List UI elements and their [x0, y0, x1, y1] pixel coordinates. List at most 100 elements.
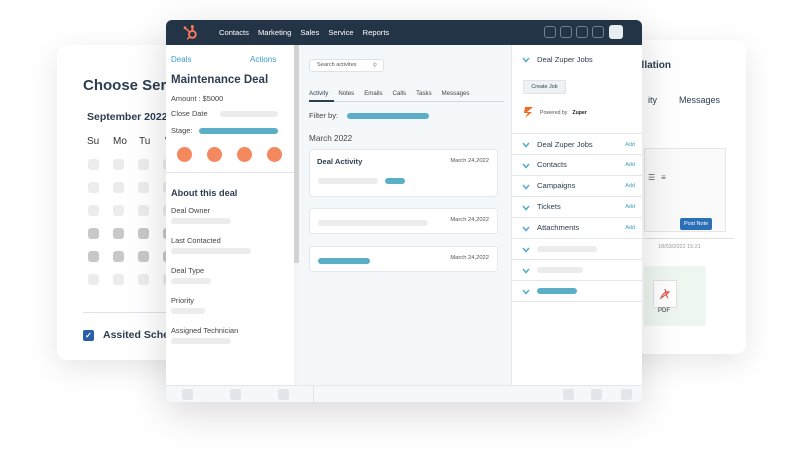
section-label-placeholder: [537, 288, 577, 294]
section-attachments[interactable]: Attachments Add: [512, 218, 642, 239]
add-link[interactable]: Add: [625, 204, 635, 210]
close-date-label: Close Date: [171, 109, 208, 118]
priority-value[interactable]: [171, 308, 205, 314]
chevron-down-icon[interactable]: [521, 182, 531, 192]
section-collapsed[interactable]: [512, 239, 642, 260]
stage-dot[interactable]: [237, 147, 252, 162]
assigned-technician-value[interactable]: [171, 338, 231, 344]
tab-messages[interactable]: Messages: [442, 90, 470, 97]
section-collapsed[interactable]: [512, 260, 642, 281]
section-tickets[interactable]: Tickets Add: [512, 197, 642, 218]
chevron-down-icon[interactable]: [521, 55, 531, 65]
calendar-day[interactable]: [88, 274, 99, 285]
close-date-value[interactable]: [220, 111, 278, 117]
chevron-down-icon[interactable]: [521, 224, 531, 234]
calendar-day[interactable]: [88, 228, 99, 239]
divider: [644, 238, 734, 239]
section-campaigns[interactable]: Campaigns Add: [512, 176, 642, 197]
search-placeholder: Search activites: [317, 62, 357, 68]
calendar-day[interactable]: [113, 159, 124, 170]
nav-reports[interactable]: Reports: [363, 28, 390, 37]
activity-card[interactable]: Deal Activity March 24,2022: [309, 149, 498, 197]
deal-type-label: Deal Type: [171, 266, 205, 275]
calendar-day[interactable]: [113, 182, 124, 193]
tab-activity[interactable]: Activity: [309, 90, 328, 97]
create-job-button[interactable]: Create Job: [523, 80, 566, 94]
calendar-day[interactable]: [138, 159, 149, 170]
deal-type-value[interactable]: [171, 278, 211, 284]
deal-owner-value[interactable]: [171, 218, 231, 224]
nav-sales[interactable]: Sales: [300, 28, 319, 37]
post-note-button[interactable]: Post Note: [680, 218, 713, 230]
calendar-day[interactable]: [138, 228, 149, 239]
assisted-scheduling-checkbox[interactable]: ✓ Assited Sched: [83, 329, 175, 341]
calendar-day[interactable]: [138, 251, 149, 262]
chevron-down-icon[interactable]: [521, 161, 531, 171]
editor-toolbar: ☰ ≡: [648, 173, 666, 182]
hubspot-logo-icon[interactable]: [182, 24, 199, 41]
section-deal-zuper-jobs[interactable]: Deal Zuper Jobs Add: [512, 133, 642, 155]
settings-icon[interactable]: [576, 26, 588, 38]
toolbar-icon[interactable]: [278, 389, 289, 400]
toolbar-icon[interactable]: [182, 389, 193, 400]
deal-owner-label: Deal Owner: [171, 206, 211, 215]
chevron-down-icon[interactable]: [521, 266, 531, 276]
calendar-day[interactable]: [138, 274, 149, 285]
add-link[interactable]: Add: [625, 162, 635, 168]
section-contacts[interactable]: Contacts Add: [512, 155, 642, 176]
actions-menu[interactable]: Actions: [250, 55, 276, 64]
calendar-day[interactable]: [88, 182, 99, 193]
tab-messages[interactable]: Messages: [679, 95, 720, 105]
filter-label: Filter by:: [309, 111, 339, 120]
tab-tasks[interactable]: Tasks: [416, 90, 432, 97]
marketplace-icon[interactable]: [544, 26, 556, 38]
calendar-day[interactable]: [138, 182, 149, 193]
toolbar-icon[interactable]: [621, 389, 632, 400]
tab-notes[interactable]: Notes: [338, 90, 354, 97]
calendar-day[interactable]: [88, 251, 99, 262]
tab-activity[interactable]: ity: [648, 95, 657, 105]
section-collapsed[interactable]: [512, 281, 642, 302]
deals-link[interactable]: Deals: [171, 55, 191, 64]
align-icon[interactable]: ☰: [648, 173, 655, 182]
chevron-down-icon[interactable]: [521, 140, 531, 150]
tab-calls[interactable]: Calls: [393, 90, 407, 97]
help-icon[interactable]: [560, 26, 572, 38]
calendar-day[interactable]: [138, 205, 149, 216]
activity-card[interactable]: March 24,2022: [309, 208, 498, 234]
stage-dot[interactable]: [177, 147, 192, 162]
nav-marketing[interactable]: Marketing: [258, 28, 291, 37]
calendar-day[interactable]: [88, 205, 99, 216]
toolbar-icon[interactable]: [230, 389, 241, 400]
add-link[interactable]: Add: [625, 142, 635, 148]
add-link[interactable]: Add: [625, 225, 635, 231]
list-icon[interactable]: ≡: [661, 173, 666, 182]
add-link[interactable]: Add: [625, 183, 635, 189]
toolbar-icon[interactable]: [563, 389, 574, 400]
last-contacted-value[interactable]: [171, 248, 251, 254]
filter-selector[interactable]: [347, 113, 429, 119]
activity-date: March 24,2022: [450, 255, 489, 261]
stage-dot[interactable]: [267, 147, 282, 162]
search-activities-input[interactable]: Search activites ⚲: [309, 59, 384, 72]
chevron-down-icon[interactable]: [521, 287, 531, 297]
activity-card[interactable]: March 24,2022: [309, 246, 498, 272]
calendar-day[interactable]: [88, 159, 99, 170]
pdf-icon[interactable]: [653, 280, 677, 308]
nav-contacts[interactable]: Contacts: [219, 28, 249, 37]
chevron-down-icon[interactable]: [521, 245, 531, 255]
toolbar-icon[interactable]: [591, 389, 602, 400]
chevron-down-icon[interactable]: [521, 203, 531, 213]
stage-dot[interactable]: [207, 147, 222, 162]
calendar-day[interactable]: [113, 274, 124, 285]
avatar[interactable]: [609, 25, 623, 39]
tab-emails[interactable]: Emails: [364, 90, 382, 97]
installation-tabs: ity Messages: [648, 95, 720, 105]
calendar-day[interactable]: [113, 228, 124, 239]
nav-service[interactable]: Service: [328, 28, 353, 37]
calendar-day[interactable]: [113, 251, 124, 262]
stage-progress-bar[interactable]: [199, 128, 278, 134]
calendar-day[interactable]: [113, 205, 124, 216]
section-label-placeholder: [537, 267, 583, 273]
notifications-icon[interactable]: [592, 26, 604, 38]
